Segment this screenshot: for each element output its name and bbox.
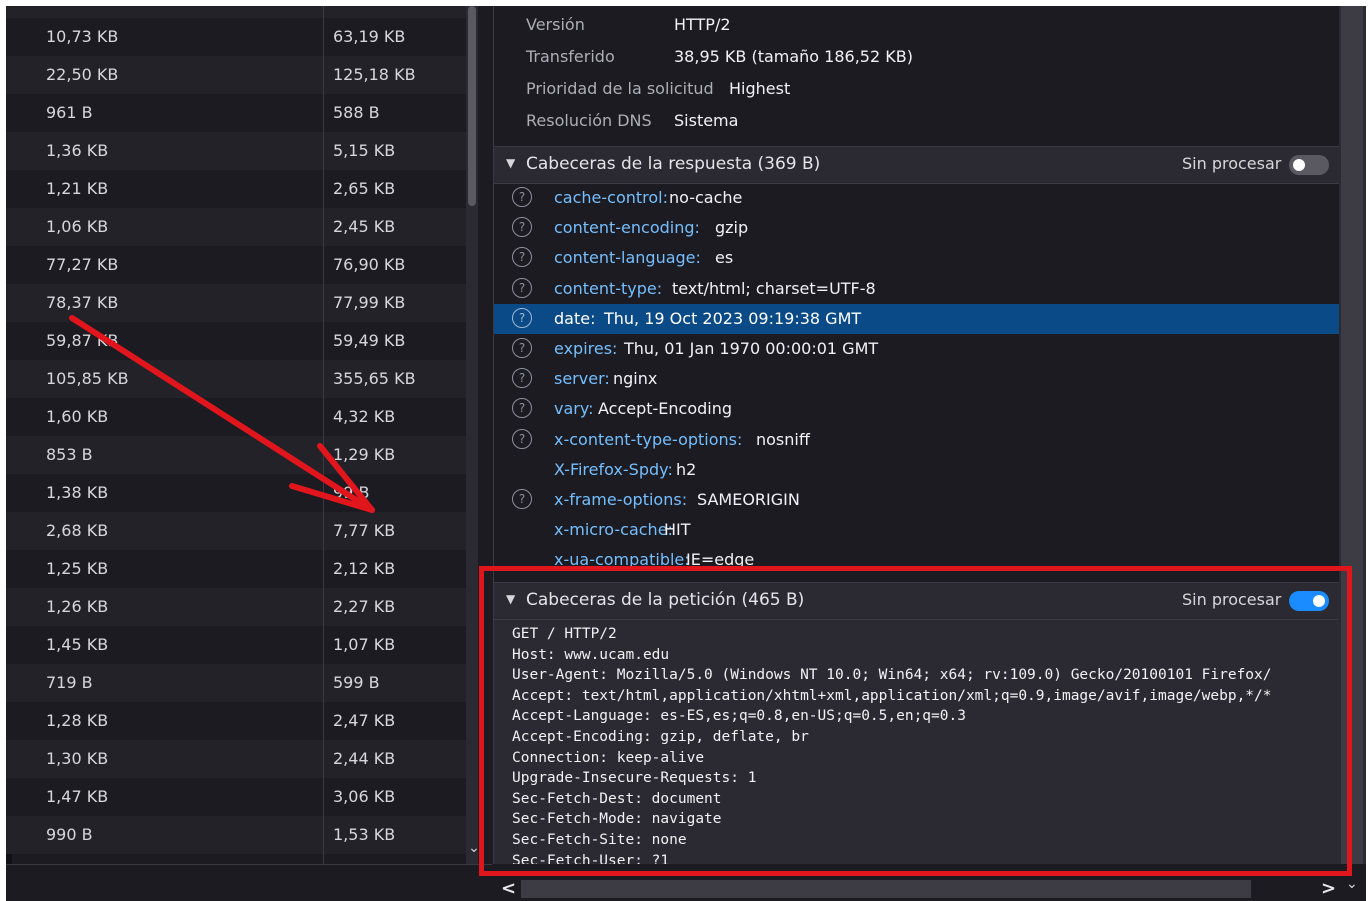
annotation-arrow xyxy=(69,315,375,513)
